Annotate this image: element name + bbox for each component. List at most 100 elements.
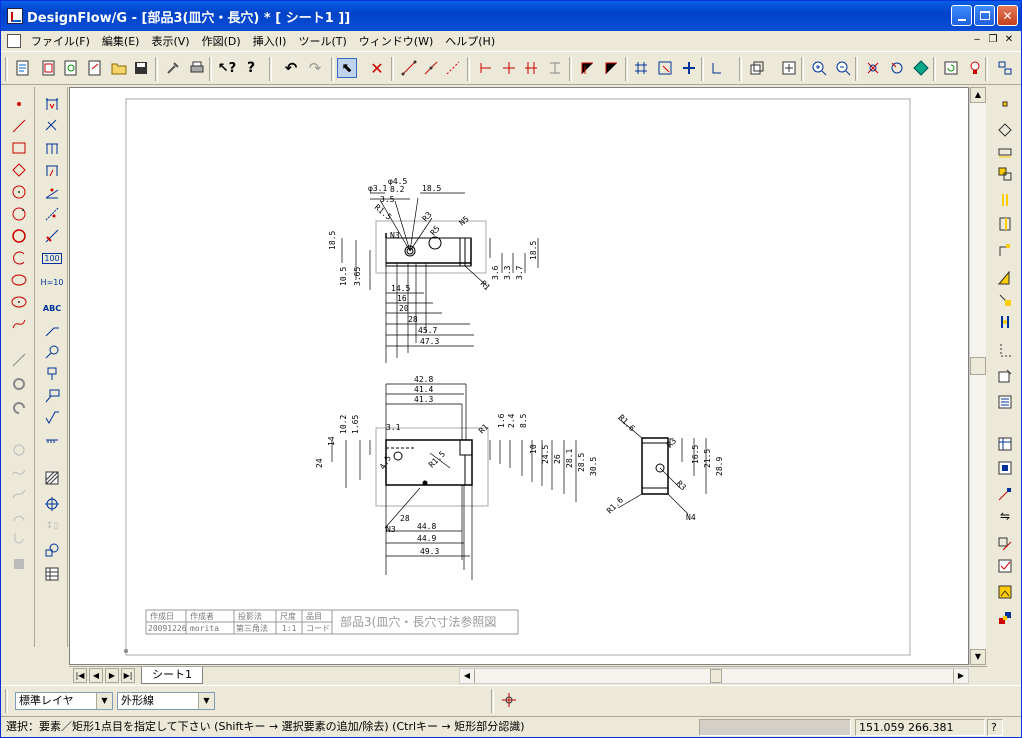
snap-settings-tool[interactable] — [994, 391, 1016, 413]
linetype-select[interactable]: 外形線 ▼ — [117, 692, 215, 710]
print-button[interactable] — [187, 58, 207, 78]
attribute-button[interactable] — [707, 58, 727, 78]
toolbar-grip[interactable] — [5, 57, 8, 81]
save-button[interactable] — [131, 58, 151, 78]
snap-intersection-tool[interactable] — [994, 163, 1016, 185]
snap-nearest-tool[interactable] — [994, 289, 1016, 311]
polyline-tool-button[interactable] — [421, 58, 441, 78]
edit-mirror-tool[interactable] — [994, 533, 1016, 555]
grid-button[interactable] — [631, 58, 651, 78]
line-tool-button[interactable] — [399, 58, 419, 78]
new-part-button[interactable] — [39, 58, 59, 78]
arc-tool[interactable] — [8, 247, 30, 269]
dim-series-tool[interactable] — [41, 137, 63, 159]
disabled-tool-1[interactable] — [8, 439, 30, 461]
circle-center-tool[interactable] — [8, 181, 30, 203]
corner-tool-button[interactable] — [577, 58, 597, 78]
title-bar[interactable]: DesignFlow/G - [部品3(皿穴・長穴) * [ シート1 ]] ✕ — [1, 1, 1021, 31]
snap-grid-point-tool[interactable] — [994, 339, 1016, 361]
maximize-button[interactable] — [974, 5, 995, 26]
color-tool[interactable] — [994, 607, 1016, 629]
dim-radius-tool[interactable] — [41, 203, 63, 225]
zoom-out-button[interactable] — [833, 58, 853, 78]
disabled-tool-2[interactable] — [8, 461, 30, 483]
move-button[interactable] — [679, 58, 699, 78]
mdi-minimize-button[interactable]: ‒ — [969, 33, 985, 47]
edit-check-tool[interactable] — [994, 555, 1016, 577]
image-tool[interactable] — [994, 581, 1016, 603]
drawing-canvas[interactable]: φ3.1 φ4.5 8.2 18.5 3.5 18.5 10.5 3.65 14… — [69, 87, 969, 665]
scroll-right-button[interactable]: ▶ — [953, 669, 968, 683]
mdi-restore-button[interactable]: ❐ — [985, 33, 1001, 47]
mdi-close-button[interactable]: ✕ — [1001, 33, 1017, 47]
dim-linear-tool[interactable] — [41, 93, 63, 115]
disabled-tool-7[interactable]: ↕▯ — [41, 515, 63, 537]
snap-perpendicular-tool[interactable] — [994, 239, 1016, 261]
number-text-tool[interactable]: 100 — [41, 247, 63, 269]
menu-view[interactable]: 表示(V) — [145, 33, 195, 49]
chamfer-tool-button[interactable] — [601, 58, 621, 78]
line-tool[interactable] — [8, 115, 30, 137]
layer-manager-button[interactable] — [747, 58, 767, 78]
new-assembly-button[interactable] — [61, 58, 81, 78]
vertical-scroll-thumb[interactable] — [970, 357, 986, 375]
vertical-scrollbar[interactable]: ▲ ▼ — [969, 87, 986, 665]
dim-baseline-tool[interactable] — [41, 159, 63, 181]
zoom-all-button[interactable] — [911, 58, 931, 78]
dim-stack-button[interactable] — [545, 58, 565, 78]
construction-circle-tool[interactable] — [8, 373, 30, 395]
zoom-in-button[interactable] — [809, 58, 829, 78]
ellipse-arc-tool[interactable] — [8, 291, 30, 313]
pan-button[interactable] — [863, 58, 883, 78]
dim-cross-button[interactable] — [499, 58, 519, 78]
new-sheet-button[interactable] — [85, 58, 105, 78]
options-button[interactable] — [995, 58, 1015, 78]
layer-list-tool[interactable] — [994, 433, 1016, 455]
tab-next-button[interactable]: ▶ — [105, 668, 119, 683]
help-button[interactable]: ? — [241, 58, 261, 78]
polygon-tool[interactable] — [8, 159, 30, 181]
rectangle-tool[interactable] — [8, 137, 30, 159]
menu-help[interactable]: ヘルプ(H) — [439, 33, 501, 49]
equation-tool[interactable]: H=10 — [41, 271, 64, 293]
hatch-tool[interactable] — [41, 467, 63, 489]
leader-tool[interactable] — [41, 319, 63, 341]
tab-last-button[interactable]: ▶| — [121, 668, 135, 683]
spline-tool[interactable] — [8, 313, 30, 335]
dim-angle-tool[interactable] — [41, 181, 63, 203]
disabled-tool-5[interactable] — [8, 527, 30, 549]
surface-finish-tool[interactable] — [41, 407, 63, 429]
geometric-tolerance-tool[interactable] — [41, 385, 63, 407]
zoom-window-button[interactable] — [779, 58, 799, 78]
menu-draw[interactable]: 作図(D) — [196, 33, 247, 49]
text-tool[interactable]: ABC — [41, 297, 63, 319]
dashed-line-tool-button[interactable] — [443, 58, 463, 78]
symbol-library-tool[interactable] — [41, 539, 63, 561]
dim-horizontal-button[interactable] — [475, 58, 495, 78]
menu-tools[interactable]: ツール(T) — [292, 33, 352, 49]
menu-window[interactable]: ウィンドウ(W) — [353, 33, 439, 49]
ellipse-tool[interactable] — [8, 269, 30, 291]
app-icon[interactable] — [7, 8, 23, 24]
toolbar-grip[interactable] — [491, 689, 494, 713]
zoom-previous-button[interactable] — [887, 58, 907, 78]
tab-sheet1[interactable]: シート1 — [141, 667, 203, 684]
horizontal-scroll-thumb[interactable] — [710, 669, 722, 683]
redraw-button[interactable] — [965, 58, 985, 78]
menu-edit[interactable]: 編集(E) — [96, 33, 146, 49]
table-tool[interactable] — [41, 563, 63, 585]
refresh-button[interactable] — [941, 58, 961, 78]
select-button[interactable]: ⬉ — [337, 58, 357, 78]
circle-3point-tool[interactable] — [8, 225, 30, 247]
disabled-tool-3[interactable] — [8, 483, 30, 505]
snap-midpoint-tool[interactable] — [994, 141, 1016, 163]
layer-select[interactable]: 標準レイヤ ▼ — [15, 692, 113, 710]
snap-grid-button[interactable] — [655, 58, 675, 78]
dim-parallel-button[interactable] — [521, 58, 541, 78]
snap-point-tool[interactable] — [994, 93, 1016, 115]
context-help-button[interactable]: ↖? — [217, 58, 237, 78]
undo-button[interactable]: ↶ — [281, 58, 301, 78]
new-drawing-button[interactable] — [13, 58, 33, 78]
construction-arc-tool[interactable] — [8, 397, 30, 419]
snap-endpoint-tool[interactable] — [994, 119, 1016, 141]
